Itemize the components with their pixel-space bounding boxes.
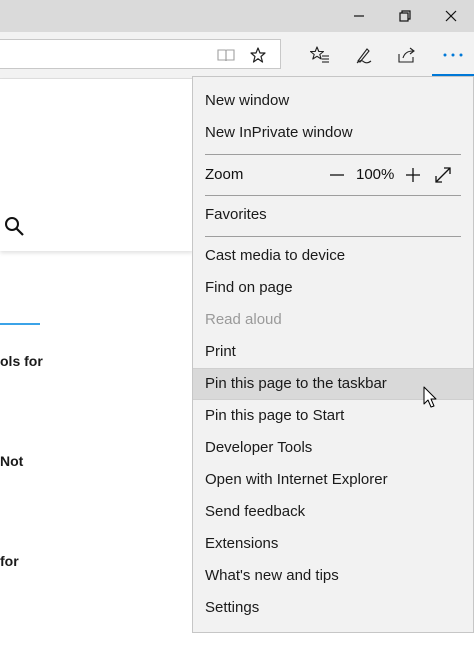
search-card [0,79,193,251]
reading-view-icon[interactable] [217,47,235,63]
article-title-fragment[interactable]: Not [0,453,23,469]
menu-item-label: Pin this page to Start [205,407,345,424]
menu-item-extensions[interactable]: Extensions [193,528,473,560]
browser-toolbar [0,32,474,79]
zoom-in-button[interactable] [403,165,423,185]
restore-button[interactable] [382,0,428,32]
address-bar[interactable] [0,39,281,69]
menu-divider [205,195,461,196]
menu-item-label: Open with Internet Explorer [205,471,388,488]
menu-item-label: Send feedback [205,503,306,520]
menu-item-label: New window [205,92,290,109]
menu-item-settings[interactable]: Settings [193,592,473,624]
menu-divider [205,236,461,237]
title-bar [0,0,474,32]
mouse-cursor-icon [423,386,437,408]
full-screen-button[interactable] [433,165,453,185]
tab-indicator-line [0,323,40,325]
menu-divider [205,154,461,155]
menu-item-label: Read aloud [205,311,282,328]
menu-item-label: Settings [205,599,260,616]
menu-item-label: What's new and tips [205,567,339,584]
zoom-level-value: 100% [356,166,395,183]
zoom-row: Zoom 100% [193,159,473,191]
menu-item-label: Cast media to device [205,247,346,264]
menu-item-read-aloud: Read aloud [193,304,473,336]
menu-item-cast-media[interactable]: Cast media to device [193,240,473,272]
menu-item-open-with-ie[interactable]: Open with Internet Explorer [193,464,473,496]
menu-item-whats-new[interactable]: What's new and tips [193,560,473,592]
restore-icon [399,10,411,22]
menu-item-find-on-page[interactable]: Find on page [193,272,473,304]
full-screen-icon [435,167,451,183]
menu-item-send-feedback[interactable]: Send feedback [193,496,473,528]
more-dots-icon [442,44,464,66]
menu-item-label: Developer Tools [205,439,313,456]
menu-item-label: Print [205,343,236,360]
plus-icon [406,168,420,182]
minimize-icon [354,15,364,17]
favorites-hub-icon[interactable] [308,44,332,66]
menu-item-label: Favorites [205,206,267,223]
settings-menu: New window New InPrivate window Zoom 100… [192,76,474,633]
close-icon [445,10,457,22]
menu-item-new-window[interactable]: New window [193,85,473,117]
add-favorite-star-icon[interactable] [249,47,267,63]
menu-item-favorites[interactable]: Favorites [193,199,473,231]
article-title-fragment[interactable]: for [0,553,19,569]
menu-item-developer-tools[interactable]: Developer Tools [193,432,473,464]
menu-item-label: Find on page [205,279,293,296]
search-icon[interactable] [4,216,26,238]
menu-item-label: Extensions [205,535,279,552]
article-title-fragment[interactable]: ols for [0,353,43,369]
menu-item-print[interactable]: Print [193,336,473,368]
minimize-button[interactable] [336,0,382,32]
menu-item-new-inprivate-window[interactable]: New InPrivate window [193,117,473,149]
add-notes-pen-icon[interactable] [352,44,376,66]
share-icon[interactable] [395,44,419,66]
minus-icon [330,174,344,176]
menu-item-label: New InPrivate window [205,124,353,141]
menu-item-label: Pin this page to the taskbar [205,375,387,392]
zoom-out-button[interactable] [327,165,347,185]
settings-and-more-button[interactable] [432,32,474,78]
close-button[interactable] [428,0,474,32]
zoom-label: Zoom [205,166,244,183]
